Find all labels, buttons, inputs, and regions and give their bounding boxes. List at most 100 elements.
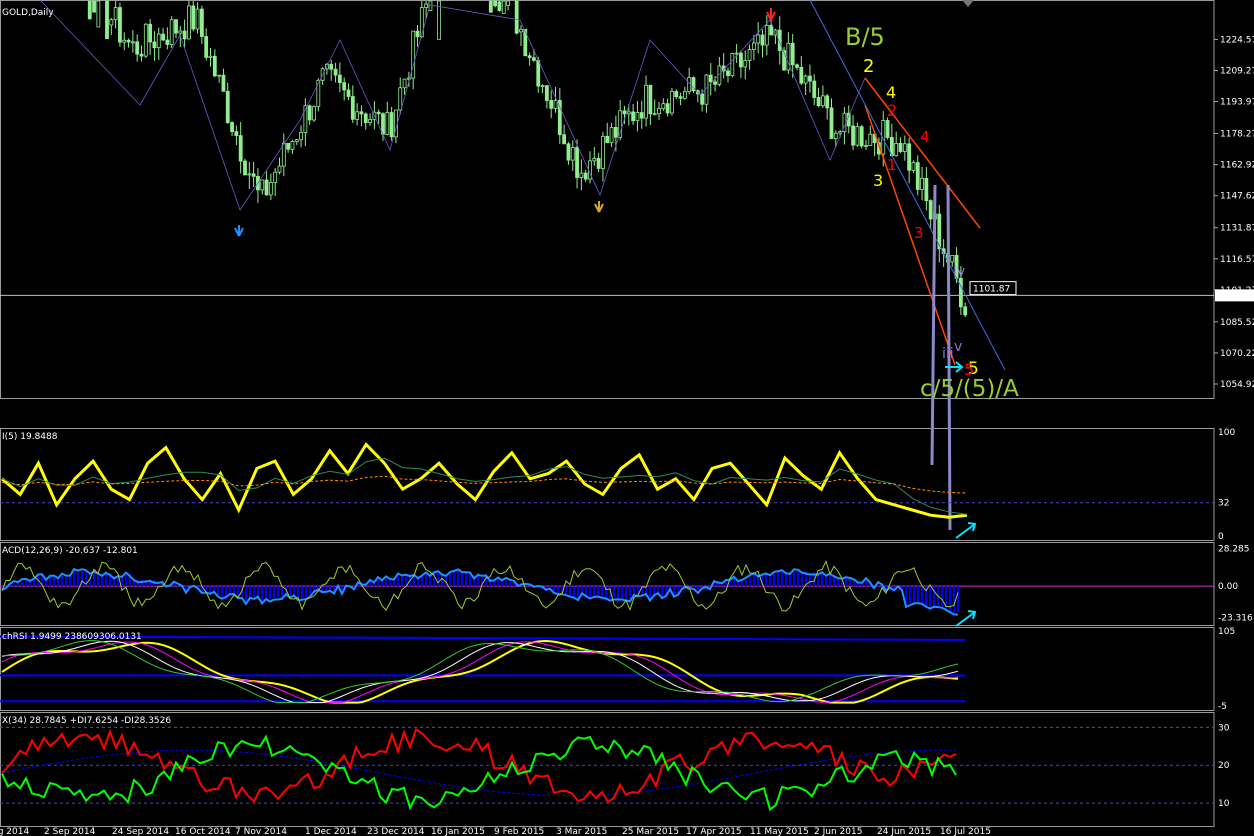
rsi-tick-label: 32 <box>1218 499 1229 509</box>
price-candle <box>894 131 899 157</box>
price-candle <box>122 32 127 51</box>
x-axis-label: 16 Jul 2015 <box>940 827 991 836</box>
price-candle <box>87 0 92 20</box>
macd-tick-label: -23.316 <box>1218 613 1253 623</box>
price-candle <box>191 1 196 32</box>
price-candle <box>359 105 364 127</box>
price-candle <box>579 159 584 191</box>
price-candle <box>808 64 812 93</box>
zigzag-line <box>39 0 866 211</box>
price-candle <box>820 85 825 109</box>
price-candle <box>346 83 351 101</box>
price-candle <box>704 73 709 113</box>
chart-labels: ug 2014 2 Sep 2014 24 Sep 2014 16 Oct 2014 7… <box>0 827 991 836</box>
plus-di-line <box>1 734 957 812</box>
price-candle <box>588 151 592 184</box>
price-candle <box>165 27 170 50</box>
price-panel: 1224.57 1209.27 1193.97 1178.27 1162.92 1147.… <box>0 0 1254 531</box>
x-axis-label: 16 Oct 2014 <box>175 827 231 836</box>
current-price-label: 1098.56 <box>1217 291 1254 301</box>
up-arrow-icon <box>955 610 977 627</box>
trading-chart[interactable]: 1224.57 1209.27 1193.97 1178.27 1162.92 1147.… <box>0 0 1254 836</box>
price-candle <box>812 74 817 106</box>
price-candle <box>519 25 523 47</box>
stoch-line <box>1 640 959 704</box>
price-candle <box>268 173 273 201</box>
x-axis-label: 2 Jun 2015 <box>814 827 862 836</box>
price-candle <box>355 103 360 126</box>
price-candle <box>570 140 575 171</box>
up-arrow-icon <box>234 225 244 237</box>
macd-panel: 28.285 0.00 -23.316 ACD(12,26,9) -20.637 -1… <box>0 544 1253 627</box>
wave-label: 2 <box>863 56 874 77</box>
price-candle <box>747 44 752 70</box>
panel-frame-macd <box>0 542 1215 626</box>
price-candle <box>143 22 148 59</box>
price-candle <box>152 31 157 61</box>
price-candle <box>187 1 191 40</box>
stoch-line <box>1 641 959 704</box>
price-candle <box>286 142 291 153</box>
stoch-tick-label: -5 <box>1218 702 1227 712</box>
x-axis-label: 16 Jan 2015 <box>431 827 485 836</box>
price-candle <box>920 166 924 201</box>
price-candle <box>234 125 239 146</box>
price-candle <box>924 167 929 211</box>
price-candle <box>786 32 791 75</box>
price-candle <box>342 77 347 101</box>
x-axis-label: 3 Mar 2015 <box>556 827 607 836</box>
price-candle <box>648 84 653 126</box>
price-candle <box>609 122 614 148</box>
price-candle <box>135 34 140 62</box>
price-candle <box>337 62 342 93</box>
price-candle <box>665 98 670 117</box>
macd-title: ACD(12,26,9) -20.637 -12.801 <box>2 546 138 556</box>
price-candle <box>92 0 96 13</box>
price-candle <box>204 28 209 61</box>
price-candle <box>855 122 860 147</box>
price-candle <box>626 103 631 126</box>
price-candle <box>294 138 299 146</box>
price-candle <box>415 25 420 47</box>
price-candle <box>109 17 114 36</box>
price-candle <box>264 171 269 196</box>
price-candle <box>221 68 226 92</box>
price-tick-label: 1085.52 <box>1220 318 1254 328</box>
x-axis-label: ug 2014 <box>0 827 29 836</box>
price-candle <box>864 139 868 150</box>
price-candle <box>743 50 748 80</box>
price-candle <box>760 29 765 58</box>
price-candle <box>644 75 648 127</box>
price-candle <box>596 152 601 173</box>
price-candle <box>411 30 416 90</box>
price-candle <box>691 76 696 93</box>
price-candle <box>312 105 316 122</box>
price-candle <box>389 106 394 141</box>
stoch-upper-band <box>0 635 966 641</box>
price-candle <box>898 137 903 154</box>
x-axis-label: 23 Dec 2014 <box>367 827 425 836</box>
price-candle <box>277 157 282 175</box>
price-candle <box>156 27 161 60</box>
wave-label: 2 <box>887 101 897 120</box>
price-candle <box>601 131 605 182</box>
price-candle <box>333 62 338 83</box>
price-candle <box>182 19 187 48</box>
price-candle <box>937 204 942 263</box>
price-candle <box>717 57 722 87</box>
price-candle <box>105 0 109 40</box>
stoch-tick-label: 105 <box>1218 627 1235 637</box>
price-candle <box>527 52 532 66</box>
rsi-panel: 100 32 0 I(5) 19.8488 <box>0 428 1235 542</box>
price-candle <box>915 155 920 196</box>
price-candle <box>963 302 968 318</box>
vertical-marker-1 <box>930 184 937 466</box>
price-candle <box>721 53 726 79</box>
wave-label: 3 <box>914 224 924 242</box>
price-candle <box>631 103 636 125</box>
adx-panel: 30 20 10 X(34) 28.7845 +DI7.6254 -DI28.3526 <box>0 716 1230 812</box>
price-tick-label: 1178.27 <box>1220 129 1254 139</box>
adx-tick-label: 20 <box>1218 761 1230 771</box>
stoch-line <box>1 640 959 704</box>
price-candle <box>96 0 101 28</box>
